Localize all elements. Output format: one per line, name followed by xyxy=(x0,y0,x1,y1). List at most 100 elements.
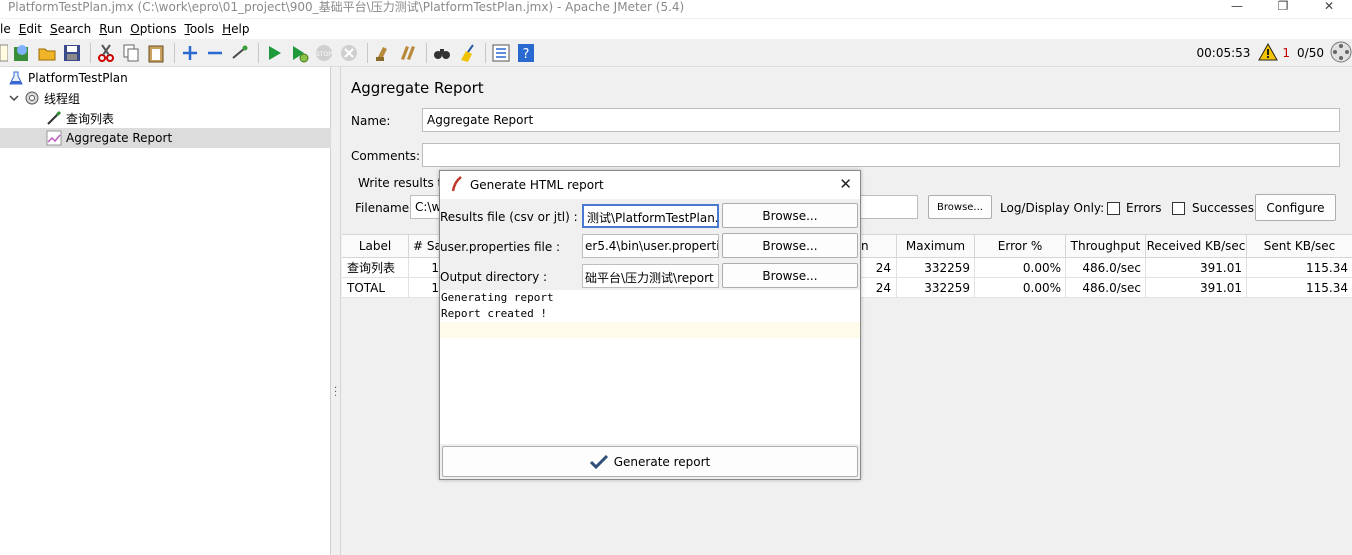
tree-item-query-list[interactable]: 查询列表 xyxy=(46,108,114,128)
browse-button[interactable]: Browse... xyxy=(928,195,992,219)
menu-edit[interactable]: Edit xyxy=(15,22,46,36)
errors-label: Errors xyxy=(1126,201,1162,215)
dialog-title: Generate HTML report xyxy=(470,178,604,192)
cell-max: 332259 xyxy=(897,278,975,297)
toolbar-separator xyxy=(426,43,427,63)
output-directory-field[interactable]: 础平台\压力测试\report xyxy=(582,264,719,288)
cell-max: 332259 xyxy=(897,258,975,277)
stop-icon[interactable]: STOP xyxy=(313,42,335,64)
report-log[interactable]: Generating report Report created ! xyxy=(440,290,860,444)
cell-received: 391.01 xyxy=(1146,258,1247,277)
generate-report-label: Generate report xyxy=(613,454,711,469)
header-throughput[interactable]: Throughput xyxy=(1066,235,1146,257)
menu-tools[interactable]: Tools xyxy=(181,22,219,36)
new-icon[interactable] xyxy=(0,42,8,64)
status-area: 00:05:53 1 0/50 xyxy=(1197,41,1352,64)
cut-icon[interactable] xyxy=(95,42,117,64)
menu-run[interactable]: Run xyxy=(95,22,126,36)
menu-bar: le Edit Search Run Options Tools Help xyxy=(0,19,1352,39)
collapse-icon[interactable] xyxy=(204,42,226,64)
user-properties-field[interactable]: er5.4\bin\user.properties xyxy=(582,234,719,258)
svg-text:?: ? xyxy=(523,47,530,62)
menu-options[interactable]: Options xyxy=(126,22,180,36)
menu-help[interactable]: Help xyxy=(218,22,253,36)
tree-item-thread-group[interactable]: 线程组 xyxy=(8,88,80,108)
dialog-close-button[interactable]: ✕ xyxy=(839,175,852,193)
menu-search[interactable]: Search xyxy=(46,22,95,36)
help-icon[interactable]: ? xyxy=(515,42,537,64)
results-file-label: Results file (csv or jtl) : xyxy=(440,210,578,224)
log-highlight-line xyxy=(440,322,860,338)
cell-label: TOTAL xyxy=(342,278,409,297)
output-browse-button[interactable]: Browse... xyxy=(722,263,858,288)
templates-icon[interactable] xyxy=(11,42,33,64)
cell-sent: 115.34 xyxy=(1306,280,1348,295)
header-received[interactable]: Received KB/sec xyxy=(1146,235,1247,257)
header-maximum[interactable]: Maximum xyxy=(897,235,975,257)
shutdown-icon[interactable] xyxy=(338,42,360,64)
cell-sent: 115.34 xyxy=(1306,260,1348,275)
copy-icon[interactable] xyxy=(120,42,142,64)
comments-field[interactable] xyxy=(422,143,1340,167)
header-label[interactable]: Label xyxy=(342,235,409,257)
test-plan-tree: PlatformTestPlan 线程组 查询列表 Aggregate Repo… xyxy=(0,67,331,555)
toolbar-separator xyxy=(90,43,91,63)
log-display-label: Log/Display Only: xyxy=(1000,201,1105,215)
generate-html-report-dialog: Generate HTML report ✕ Results file (csv… xyxy=(439,170,861,480)
cell-received: 391.01 xyxy=(1146,278,1247,297)
warning-icon[interactable] xyxy=(1258,42,1279,64)
user-properties-label: user.properties file : xyxy=(440,240,561,254)
cell-error: 0.00% xyxy=(975,258,1066,277)
window-title-bar: PlatformTestPlan.jmx (C:\work\epro\01_pr… xyxy=(0,0,1352,18)
open-icon[interactable] xyxy=(36,42,58,64)
cell-samples: 1 xyxy=(431,260,439,275)
minimize-button[interactable]: — xyxy=(1214,0,1260,18)
panel-splitter[interactable]: · · · xyxy=(331,67,341,555)
save-icon[interactable] xyxy=(61,42,83,64)
cell-throughput: 486.0/sec xyxy=(1066,278,1146,297)
paste-icon[interactable] xyxy=(145,42,167,64)
close-window-button[interactable]: ✕ xyxy=(1306,0,1352,18)
header-error[interactable]: Error % xyxy=(975,235,1066,257)
start-icon[interactable] xyxy=(263,42,285,64)
tree-item-aggregate-report[interactable]: Aggregate Report xyxy=(0,128,331,148)
output-directory-label: Output directory : xyxy=(440,270,548,284)
reset-search-icon[interactable] xyxy=(456,42,478,64)
window-controls: — ❐ ✕ xyxy=(1214,0,1352,18)
splitter-grip[interactable]: · · · xyxy=(334,384,337,402)
dialog-title-bar: Generate HTML report ✕ xyxy=(440,171,860,199)
svg-text:STOP: STOP xyxy=(316,51,332,58)
toolbar: STOP ? 00:05:53 1 0/50 xyxy=(0,39,1352,67)
graph-icon xyxy=(46,130,62,146)
name-label: Name: xyxy=(351,114,391,128)
configure-button[interactable]: Configure xyxy=(1255,194,1336,221)
toolbar-separator xyxy=(174,43,175,63)
name-field[interactable]: Aggregate Report xyxy=(422,108,1340,132)
properties-browse-button[interactable]: Browse... xyxy=(722,233,858,258)
header-sent[interactable]: Sent KB/sec xyxy=(1247,235,1352,257)
successes-checkbox[interactable] xyxy=(1172,202,1185,215)
toolbar-separator xyxy=(258,43,259,63)
flask-icon xyxy=(8,70,24,86)
results-file-field[interactable]: 测试\PlatformTestPlan.jtl xyxy=(582,204,719,228)
write-results-label: Write results to xyxy=(358,176,450,190)
pipette-icon xyxy=(46,110,62,126)
function-helper-icon[interactable] xyxy=(490,42,512,64)
active-threads: 0/50 xyxy=(1297,46,1324,60)
generate-report-button[interactable]: Generate report xyxy=(442,446,858,477)
cell-throughput: 486.0/sec xyxy=(1066,258,1146,277)
search-icon[interactable] xyxy=(431,42,453,64)
tree-item-label: Aggregate Report xyxy=(66,131,173,145)
tree-item-test-plan[interactable]: PlatformTestPlan xyxy=(8,68,128,88)
clear-icon[interactable] xyxy=(372,42,394,64)
expand-icon[interactable] xyxy=(179,42,201,64)
errors-checkbox[interactable] xyxy=(1107,202,1120,215)
restore-button[interactable]: ❐ xyxy=(1260,0,1306,18)
checkmark-icon xyxy=(589,454,608,469)
start-no-pauses-icon[interactable] xyxy=(288,42,310,64)
clear-all-icon[interactable] xyxy=(397,42,419,64)
chevron-down-icon[interactable] xyxy=(8,90,20,106)
toggle-icon[interactable] xyxy=(229,42,251,64)
results-browse-button[interactable]: Browse... xyxy=(722,203,858,228)
menu-file[interactable]: le xyxy=(0,22,15,36)
